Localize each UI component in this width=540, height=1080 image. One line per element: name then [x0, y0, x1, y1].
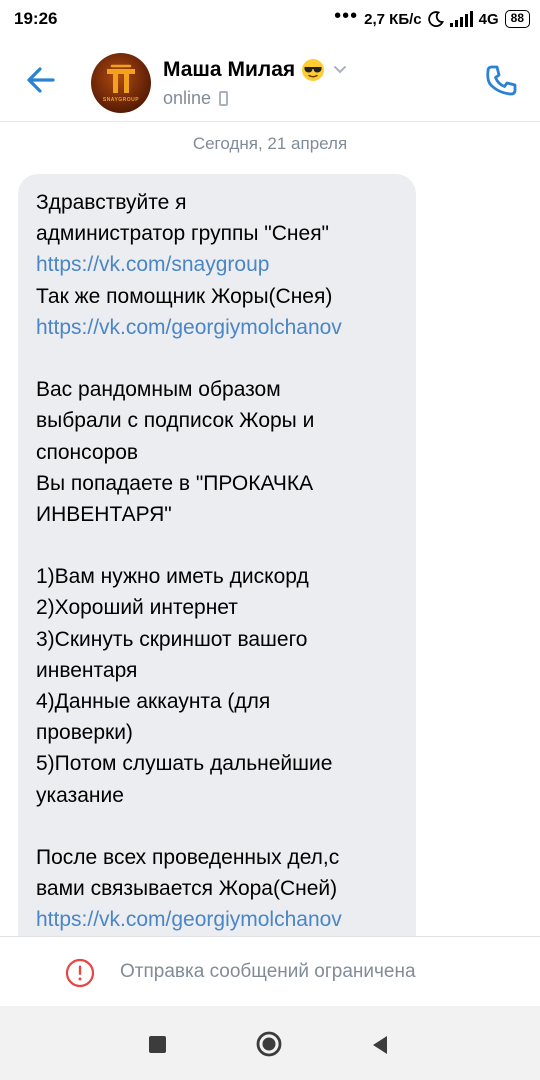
- message-line: спонсоров: [36, 440, 139, 464]
- status-indicators: ••• 2,7 КБ/с 4G 88: [334, 5, 530, 30]
- message-line: инвентаря: [36, 658, 138, 682]
- message-line: проверки): [36, 721, 133, 745]
- chat-area[interactable]: Сегодня, 21 апреля Здравствуйте я админис…: [0, 122, 540, 936]
- message-line: [36, 343, 400, 374]
- status-bar: 19:26 ••• 2,7 КБ/с 4G 88: [0, 0, 540, 40]
- online-status-text: online: [163, 88, 212, 108]
- message-line: указание: [36, 783, 124, 807]
- exclamation-circle-icon: [65, 958, 95, 988]
- message-line: выбрали с подписок Жоры и: [36, 409, 315, 433]
- snaygroup-logo-icon: [107, 64, 135, 93]
- recent-apps-icon[interactable]: [149, 1036, 166, 1053]
- network-speed: 2,7 КБ/с: [364, 10, 422, 28]
- message-bubble[interactable]: Здравствуйте я администратор группы "Снея…: [18, 174, 416, 936]
- message-link[interactable]: https://vk.com/snaygroup: [36, 249, 400, 280]
- messaging-restricted-bar: Отправка сообщений ограничена: [0, 936, 540, 1006]
- message-line: Здравствуйте я: [36, 191, 187, 214]
- contact-name-text: Маша Милая: [163, 58, 296, 81]
- message-line: Вы попадаете в "ПРОКАЧКА: [36, 471, 314, 495]
- message-link[interactable]: https://vk.com/georgiymolchanov: [36, 312, 400, 343]
- status-time: 19:26: [14, 9, 58, 28]
- contact-status: online: [163, 88, 229, 109]
- message-line: 5)Потом слушать дальнейшие: [36, 752, 333, 776]
- moon-icon: [427, 11, 444, 27]
- message-line: 2)Хороший интернет: [36, 596, 238, 620]
- message-line: 4)Данные аккаунта (для: [36, 690, 271, 713]
- sunglasses-emoji-icon: [302, 59, 325, 81]
- signal-icon: [449, 11, 473, 27]
- message-line: 3)Скинуть скриншот вашего: [36, 627, 308, 651]
- date-separator: Сегодня, 21 апреля: [192, 134, 348, 153]
- nav-back-icon[interactable]: [370, 1034, 390, 1056]
- message-line: ИНВЕНТАРЯ": [36, 502, 172, 526]
- message-line: Так же помощник Жоры(Снея): [36, 284, 333, 308]
- message-line: [36, 811, 400, 842]
- battery-icon: 88: [504, 10, 530, 28]
- avatar-caption: SNAYGROUP: [102, 97, 140, 103]
- home-icon[interactable]: [256, 1031, 282, 1057]
- chevron-down-icon[interactable]: [333, 65, 347, 75]
- message-line: вами связывается Жора(Сней): [36, 877, 338, 901]
- restriction-text: Отправка сообщений ограничена: [120, 961, 416, 982]
- message-line: [36, 530, 400, 561]
- notification-dots-icon: •••: [334, 5, 359, 27]
- message-line: После всех проведенных дел,с: [36, 845, 340, 869]
- network-type: 4G: [478, 10, 499, 28]
- back-arrow-icon[interactable]: [22, 62, 62, 98]
- chat-header: SNAYGROUP Маша Милая online: [0, 40, 540, 122]
- message-link[interactable]: https://vk.com/georgiymolchanov: [36, 904, 400, 935]
- system-nav-bar: [0, 1006, 540, 1080]
- phone-call-icon[interactable]: [482, 62, 520, 100]
- message-line: 1)Вам нужно иметь дискорд: [36, 565, 309, 589]
- contact-name[interactable]: Маша Милая: [163, 58, 347, 82]
- message-line: Вас рандомным образом: [36, 378, 281, 402]
- message-line: администратор группы "Снея": [36, 222, 330, 246]
- avatar[interactable]: SNAYGROUP: [91, 53, 151, 113]
- mobile-device-icon: [219, 91, 229, 106]
